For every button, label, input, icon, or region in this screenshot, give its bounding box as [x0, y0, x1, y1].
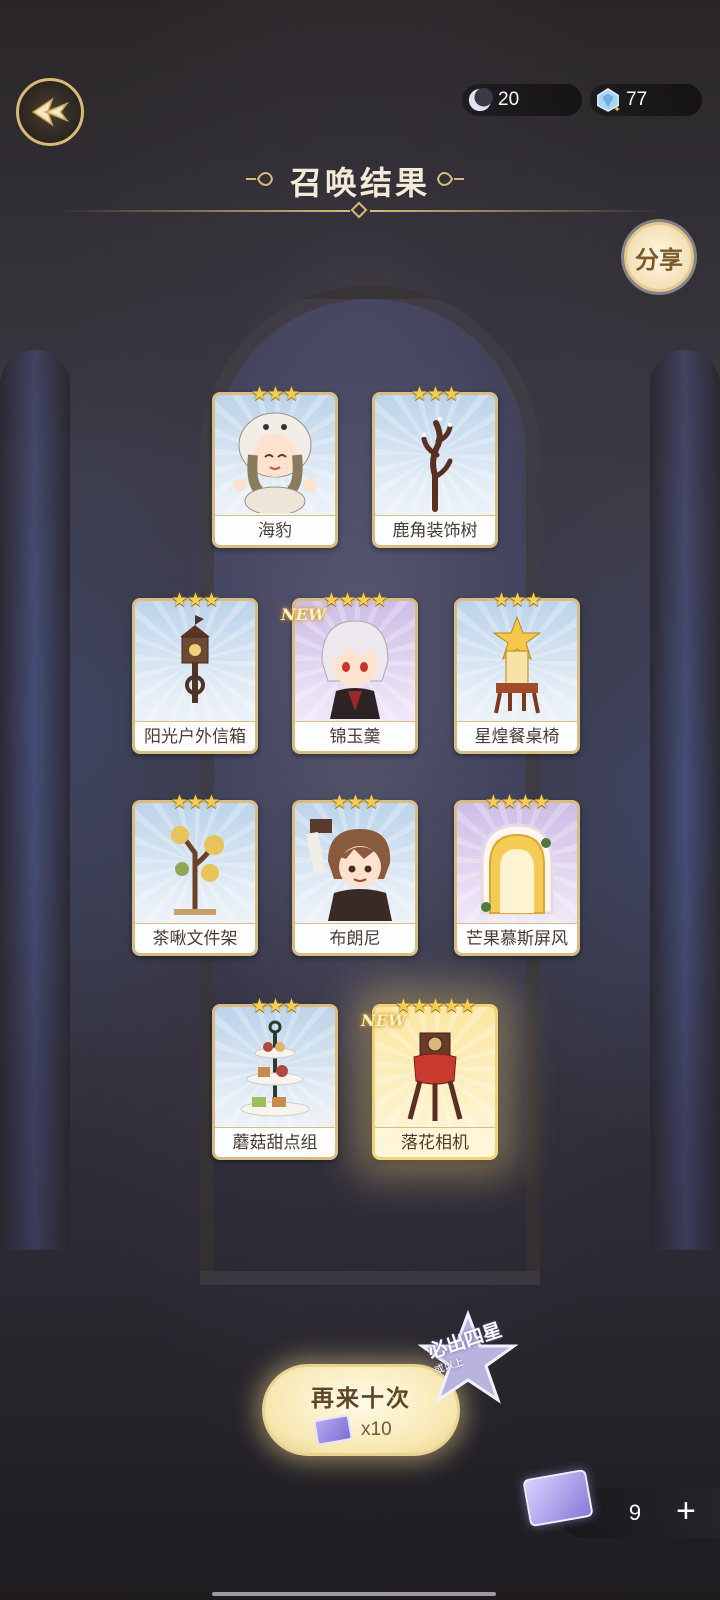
gem-count: 77 — [626, 89, 648, 110]
ticket-icon — [313, 1414, 353, 1446]
result-card[interactable]: ★★★ 阳光户外信箱 — [132, 590, 258, 754]
item-name: 茶啾文件架 — [135, 923, 255, 953]
page-title: 召唤结果 — [289, 164, 430, 202]
gem-currency: ✦ 77 — [590, 84, 702, 116]
item-name: 芒果慕斯屏风 — [457, 923, 577, 953]
item-name: 布朗尼 — [295, 923, 415, 953]
back-button[interactable] — [16, 78, 84, 146]
star-chair-icon — [457, 609, 577, 721]
moon-icon — [466, 86, 494, 114]
home-indicator[interactable] — [212, 1592, 496, 1596]
ticket-count: 9 — [628, 1500, 642, 1525]
item-name: 海豹 — [215, 515, 335, 545]
result-card[interactable]: ★★★ 蘑菇甜点组 — [212, 996, 338, 1160]
title-divider-left — [60, 210, 350, 212]
moon-count: 20 — [498, 89, 520, 110]
antler-tree-icon — [375, 403, 495, 515]
mailbox-icon — [135, 609, 255, 721]
item-name: 鹿角装饰树 — [375, 515, 495, 545]
result-card[interactable]: ★★★ 星煌餐桌椅 — [454, 590, 580, 754]
result-card[interactable]: ★★★ 鹿角装饰树 — [372, 384, 498, 548]
result-card[interactable]: ★★★ 布朗尼 — [292, 792, 418, 956]
result-card[interactable]: ★★★★ 芒果慕斯屏风 — [454, 792, 580, 956]
result-card[interactable]: ★★★★ NEW 锦玉羹 — [281, 590, 418, 754]
summon-cost-value: x10 — [361, 1419, 392, 1440]
diamond-ornament-icon — [350, 201, 368, 219]
title-divider-right — [370, 210, 660, 212]
item-name: 阳光户外信箱 — [135, 721, 255, 751]
item-name: 锦玉羹 — [295, 721, 415, 751]
file-rack-tree-icon — [135, 811, 255, 923]
item-name: 落花相机 — [375, 1127, 495, 1157]
svg-text:✦: ✦ — [614, 104, 621, 113]
dessert-stand-icon — [215, 1015, 335, 1127]
brown-hair-character-portrait — [295, 811, 415, 923]
share-button[interactable]: 分享 — [624, 222, 694, 292]
white-hair-character-portrait — [295, 609, 415, 721]
back-arrow-icon — [31, 97, 70, 127]
title-bar: 召唤结果 — [0, 158, 720, 219]
result-card[interactable]: ★★★ 茶啾文件架 — [132, 792, 258, 956]
camera-icon — [375, 1015, 495, 1127]
add-tickets-button[interactable]: + — [676, 1494, 696, 1528]
result-card[interactable]: ★★★★★ NEW 落花相机 — [361, 996, 498, 1160]
seal-character-portrait — [215, 403, 335, 515]
background-pillar-right — [650, 350, 720, 1250]
moon-currency: 20 — [462, 84, 582, 116]
result-card[interactable]: ★★★ 海豹 — [212, 384, 338, 548]
item-name: 蘑菇甜点组 — [215, 1127, 335, 1157]
mango-screen-icon — [457, 811, 577, 923]
leaf-ornament-icon — [436, 172, 464, 186]
gem-icon: ✦ — [594, 86, 622, 114]
item-name: 星煌餐桌椅 — [457, 721, 577, 751]
summon-cost: x10 — [313, 1414, 392, 1446]
background-pillar-left — [0, 350, 70, 1250]
